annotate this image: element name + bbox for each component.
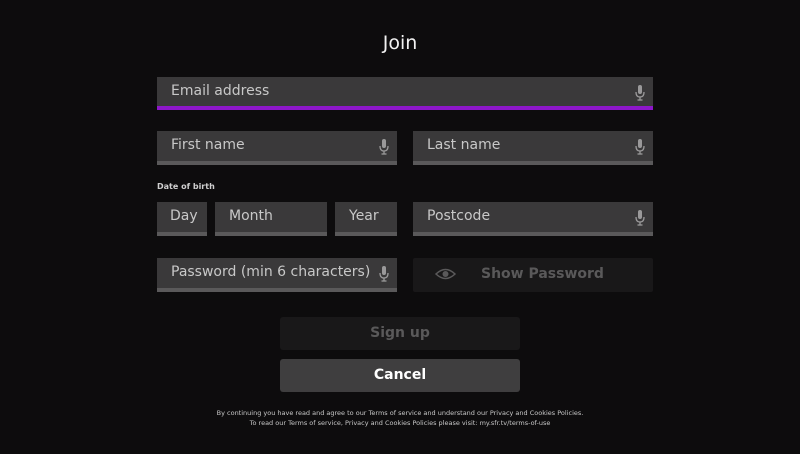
postcode-placeholder: Postcode — [427, 208, 491, 224]
sign-up-button[interactable]: Sign up — [280, 317, 520, 350]
dob-year-placeholder: Year — [349, 208, 379, 224]
show-password-button[interactable]: Show Password — [413, 258, 653, 292]
microphone-icon[interactable] — [635, 85, 645, 101]
microphone-icon[interactable] — [379, 266, 389, 282]
microphone-icon[interactable] — [379, 139, 389, 155]
dob-day-placeholder: Day — [170, 208, 198, 224]
first-name-placeholder: First name — [171, 137, 245, 153]
date-of-birth-label: Date of birth — [157, 182, 215, 191]
eye-icon — [435, 268, 456, 280]
dob-day-field[interactable]: Day — [157, 202, 207, 236]
password-placeholder: Password (min 6 characters) — [171, 264, 371, 280]
page-title: Join — [382, 32, 418, 54]
cancel-button[interactable]: Cancel — [280, 359, 520, 392]
show-password-label: Show Password — [481, 266, 604, 282]
legal-notice-line-2: To read our Terms of service, Privacy an… — [249, 419, 551, 427]
dob-year-field[interactable]: Year — [335, 202, 397, 236]
email-placeholder: Email address — [171, 83, 270, 99]
dob-month-placeholder: Month — [229, 208, 273, 224]
first-name-field[interactable]: First name — [157, 131, 397, 165]
password-field[interactable]: Password (min 6 characters) — [157, 258, 397, 292]
microphone-icon[interactable] — [635, 139, 645, 155]
microphone-icon[interactable] — [635, 210, 645, 226]
last-name-placeholder: Last name — [427, 137, 501, 153]
postcode-field[interactable]: Postcode — [413, 202, 653, 236]
email-field[interactable]: Email address — [157, 77, 653, 110]
dob-month-field[interactable]: Month — [215, 202, 327, 236]
last-name-field[interactable]: Last name — [413, 131, 653, 165]
legal-notice-line-1: By continuing you have read and agree to… — [216, 409, 584, 417]
